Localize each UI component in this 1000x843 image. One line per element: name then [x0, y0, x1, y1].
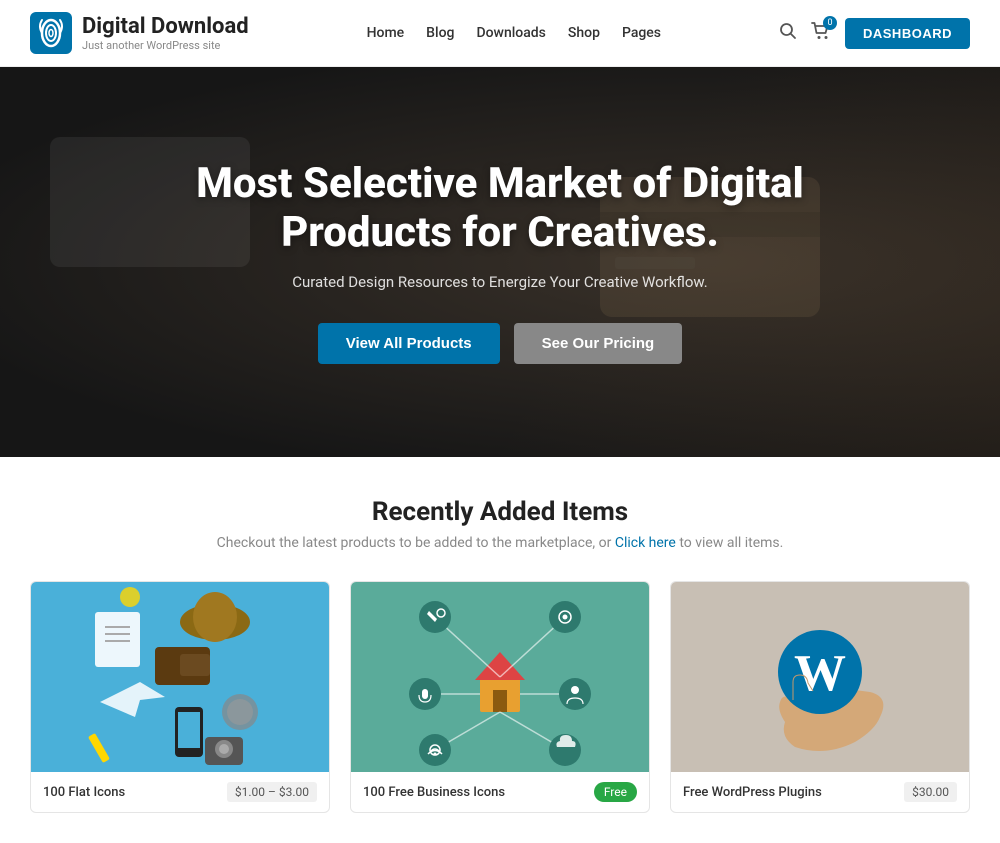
hero-section: Most Selective Market of Digital Product…	[0, 67, 1000, 457]
see-pricing-button[interactable]: See Our Pricing	[514, 323, 683, 364]
nav-blog[interactable]: Blog	[426, 25, 454, 41]
product-card[interactable]: 100 Free Business Icons Free	[350, 581, 650, 813]
product-name: 100 Flat Icons	[43, 785, 125, 800]
cart-icon[interactable]: 0	[811, 22, 831, 44]
svg-text:W: W	[794, 645, 846, 702]
site-header: Digital Download Just another WordPress …	[0, 0, 1000, 67]
main-nav: Home Blog Downloads Shop Pages	[367, 25, 661, 41]
search-icon[interactable]	[779, 22, 797, 45]
product-grid: 100 Flat Icons $1.00 – $3.00	[30, 581, 970, 813]
product-name: 100 Free Business Icons	[363, 785, 505, 800]
logo-title: Digital Download	[82, 14, 249, 39]
nav-shop[interactable]: Shop	[568, 25, 600, 41]
hero-content: Most Selective Market of Digital Product…	[150, 160, 850, 364]
product-price: $30.00	[904, 782, 957, 802]
logo-icon	[30, 12, 72, 54]
product-name: Free WordPress Plugins	[683, 785, 822, 800]
product-price: $1.00 – $3.00	[227, 782, 317, 802]
product-image: W	[671, 582, 969, 772]
section-subtitle: Checkout the latest products to be added…	[30, 535, 970, 551]
product-info: 100 Flat Icons $1.00 – $3.00	[31, 772, 329, 812]
nav-pages[interactable]: Pages	[622, 25, 661, 41]
product-info: Free WordPress Plugins $30.00	[671, 772, 969, 812]
dashboard-button[interactable]: DASHBOARD	[845, 18, 970, 49]
hero-subtitle: Curated Design Resources to Energize You…	[150, 273, 850, 291]
hero-buttons: View All Products See Our Pricing	[150, 323, 850, 364]
section-title: Recently Added Items	[30, 497, 970, 527]
logo-text: Digital Download Just another WordPress …	[82, 14, 249, 52]
product-image	[31, 582, 329, 772]
click-here-link[interactable]: Click here	[615, 535, 676, 551]
product-price-free: Free	[594, 782, 637, 802]
product-image	[351, 582, 649, 772]
nav-downloads[interactable]: Downloads	[476, 25, 545, 41]
product-card[interactable]: 100 Flat Icons $1.00 – $3.00	[30, 581, 330, 813]
cart-count: 0	[823, 16, 837, 30]
logo-subtitle: Just another WordPress site	[82, 39, 249, 52]
nav-home[interactable]: Home	[367, 25, 405, 41]
product-card[interactable]: W Free WordPress Plugins $30.00	[670, 581, 970, 813]
hero-title: Most Selective Market of Digital Product…	[150, 160, 850, 257]
logo[interactable]: Digital Download Just another WordPress …	[30, 12, 249, 54]
nav-actions: 0 DASHBOARD	[779, 18, 970, 49]
view-all-products-button[interactable]: View All Products	[318, 323, 500, 364]
product-info: 100 Free Business Icons Free	[351, 772, 649, 812]
recently-added-section: Recently Added Items Checkout the latest…	[0, 457, 1000, 843]
